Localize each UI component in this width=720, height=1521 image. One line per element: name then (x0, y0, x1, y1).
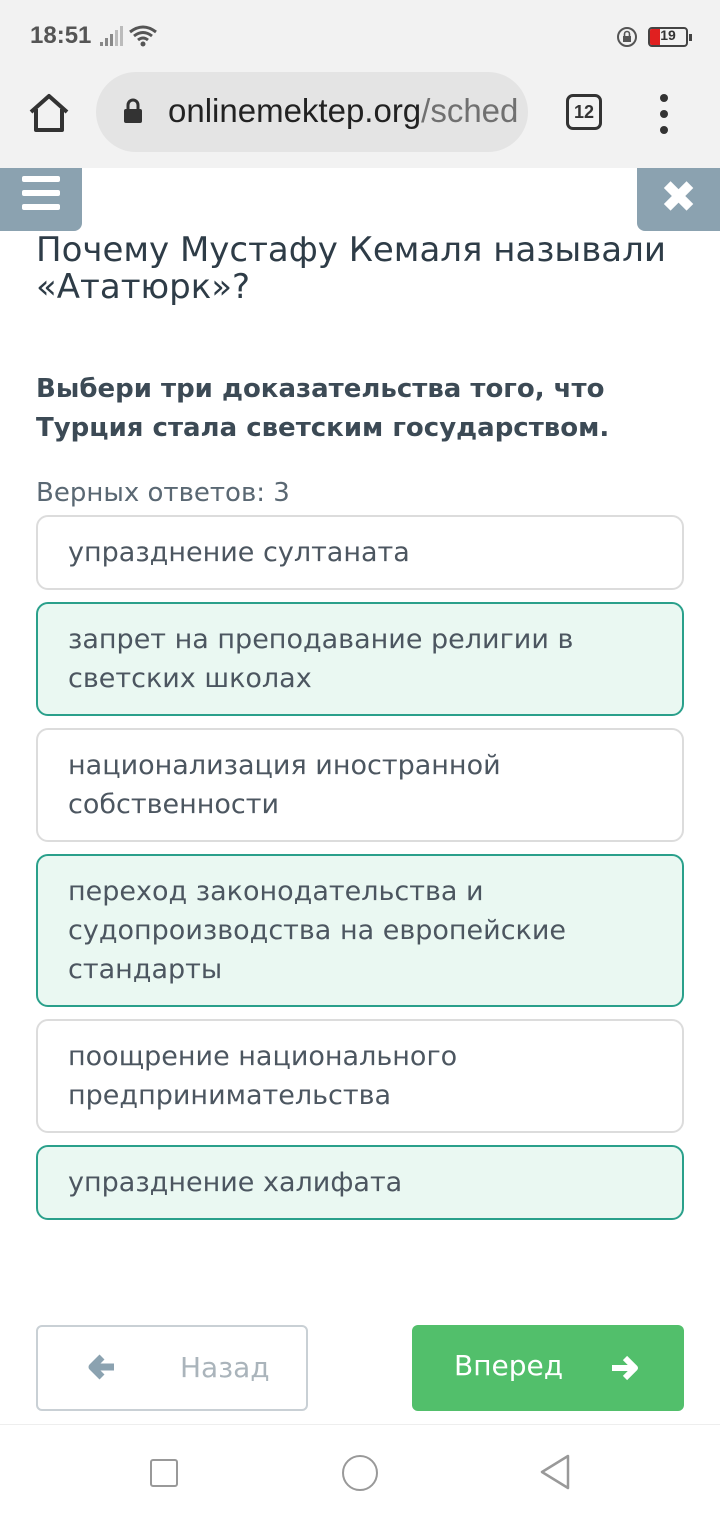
question-title: Почему Мустафу Кемаля называли «Ататюрк»… (36, 230, 666, 307)
recent-apps-icon[interactable] (150, 1459, 178, 1487)
arrow-right-icon (612, 1355, 638, 1381)
back-button[interactable]: Назад (36, 1325, 308, 1411)
system-home-icon[interactable] (342, 1455, 378, 1491)
address-bar[interactable]: onlinemektep.org/sched (96, 72, 528, 152)
answer-option[interactable]: переход законодательства и судопроизводс… (36, 854, 684, 1007)
home-icon[interactable] (26, 90, 72, 136)
answer-option[interactable]: упразднение халифата (36, 1145, 684, 1220)
url-text: onlinemektep.org/sched (168, 92, 518, 130)
answer-option-text: переход законодательства и судопроизводс… (68, 876, 567, 985)
close-button[interactable]: ✖ (637, 168, 720, 231)
url-domain: onlinemektep.org (168, 92, 422, 129)
close-icon: ✖ (660, 172, 697, 223)
answer-option-text: упразднение султаната (68, 537, 410, 568)
answer-option-text: запрет на преподавание религии в светски… (68, 624, 574, 694)
status-time: 18:51 (30, 22, 92, 49)
browser-toolbar: onlinemektep.org/sched 12 (0, 72, 720, 168)
lock-icon (124, 98, 142, 123)
next-button-label: Вперед (454, 1349, 564, 1382)
answer-options: упразднение султаната запрет на преподав… (36, 515, 684, 1232)
tab-switcher-button[interactable]: 12 (566, 94, 602, 130)
battery-level: 19 (660, 27, 676, 43)
question-instruction: Выбери три доказательства того, что Турц… (36, 374, 610, 443)
answer-option[interactable]: поощрение национального предпринимательс… (36, 1019, 684, 1133)
answer-option[interactable]: упразднение султаната (36, 515, 684, 590)
hamburger-menu-button[interactable] (0, 168, 82, 231)
answer-option-text: поощрение национального предпринимательс… (68, 1041, 458, 1111)
system-navigation-bar (0, 1424, 720, 1521)
system-back-icon[interactable] (538, 1453, 572, 1491)
answer-option[interactable]: запрет на преподавание религии в светски… (36, 602, 684, 716)
wifi-icon (129, 25, 157, 47)
signal-icon (100, 26, 123, 46)
battery-icon: 19 (648, 27, 692, 47)
answer-option-text: национализация иностранной собственности (68, 750, 501, 820)
back-button-label: Назад (180, 1351, 270, 1384)
overflow-menu-icon[interactable] (652, 94, 676, 134)
rotation-lock-icon (617, 27, 637, 47)
answer-option[interactable]: национализация иностранной собственности (36, 728, 684, 842)
correct-answers-count: Верных ответов: 3 (36, 478, 290, 508)
url-path: /sched (421, 92, 519, 129)
answer-option-text: упразднение халифата (68, 1167, 403, 1198)
next-button[interactable]: Вперед (412, 1325, 684, 1411)
status-bar: 18:51 19 (0, 0, 720, 72)
arrow-left-icon (88, 1354, 114, 1380)
